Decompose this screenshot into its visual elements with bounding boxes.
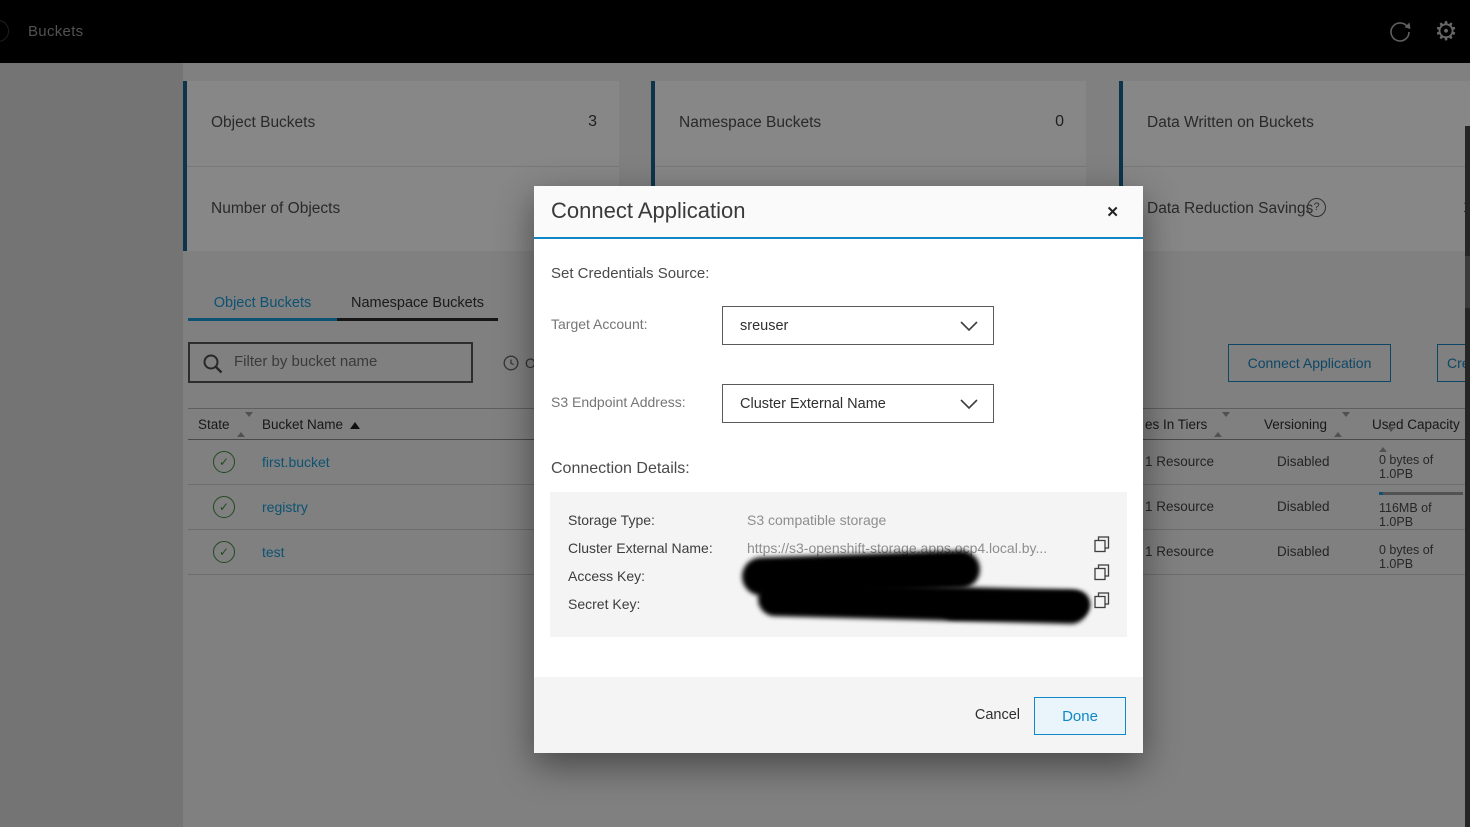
copy-icon[interactable]: [1093, 564, 1111, 582]
secret-key-label: Secret Key:: [568, 596, 640, 612]
copy-icon[interactable]: [1093, 536, 1111, 554]
close-icon[interactable]: ✕: [1106, 203, 1119, 221]
target-account-label: Target Account:: [551, 316, 648, 332]
cancel-button[interactable]: Cancel: [975, 707, 1020, 723]
target-account-select[interactable]: sreuser: [722, 306, 994, 345]
s3-endpoint-value: Cluster External Name: [740, 396, 886, 412]
access-key-label: Access Key:: [568, 568, 645, 584]
target-account-value: sreuser: [740, 318, 788, 334]
copy-icon[interactable]: [1093, 592, 1111, 610]
modal-footer: Cancel Done: [534, 677, 1143, 753]
modal-header: Connect Application ✕: [534, 186, 1143, 239]
modal-title: Connect Application: [551, 198, 745, 224]
done-button[interactable]: Done: [1034, 697, 1126, 735]
storage-type-label: Storage Type:: [568, 512, 655, 528]
credentials-source-heading: Set Credentials Source:: [551, 265, 709, 282]
s3-endpoint-label: S3 Endpoint Address:: [551, 394, 686, 410]
storage-type-value: S3 compatible storage: [747, 512, 886, 528]
redaction-scribble: [940, 591, 1090, 620]
connection-details-heading: Connection Details:: [551, 460, 690, 478]
connection-details-panel: Storage Type: S3 compatible storage Clus…: [550, 492, 1127, 637]
connect-application-modal: Connect Application ✕ Set Credentials So…: [534, 186, 1143, 753]
chevron-down-icon: [959, 320, 979, 332]
cluster-external-name-label: Cluster External Name:: [568, 540, 713, 556]
modal-body: Set Credentials Source: Target Account: …: [534, 241, 1143, 677]
s3-endpoint-select[interactable]: Cluster External Name: [722, 384, 994, 423]
chevron-down-icon: [959, 398, 979, 410]
app-screen: Object Buckets 3 Number of Objects Names…: [0, 0, 1470, 827]
